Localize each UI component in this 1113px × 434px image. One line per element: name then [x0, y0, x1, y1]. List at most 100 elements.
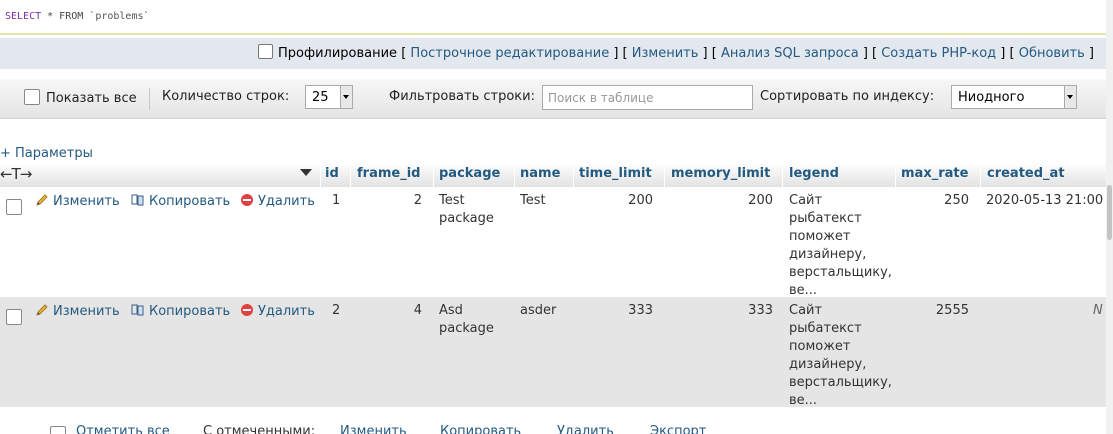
refresh-link[interactable]: Обновить: [1019, 46, 1085, 61]
bracket-sep-2: ] [: [702, 46, 717, 61]
sql-query-text: SELECT * FROM `problems`: [5, 11, 150, 22]
sort-label: Сортировать по индексу:: [760, 89, 935, 104]
table-header: ←T→ id frame_id package name time_limit …: [0, 163, 1106, 187]
column-arrows[interactable]: ←T→: [0, 165, 32, 183]
bulk-delete-link[interactable]: Удалить: [557, 424, 614, 434]
row-delete-action[interactable]: Удалить: [240, 303, 315, 319]
edit-label: Изменить: [53, 304, 120, 319]
header-divider: [514, 163, 515, 187]
create-php-link[interactable]: Создать PHP-код: [881, 46, 996, 61]
check-all-checkbox[interactable]: [50, 426, 66, 434]
header-divider: [782, 163, 783, 187]
legend-line: Сайт: [789, 193, 823, 208]
table-row: Изменить Копировать Удалить 1 2 Test pac…: [0, 187, 1106, 298]
toolbar-divider: [149, 88, 150, 110]
legend-line: дизайнеру,: [789, 357, 867, 372]
cell-created-at: 2020-05-13 21:00: [986, 193, 1104, 208]
chevron-down-icon: [340, 86, 352, 108]
cell-frame-id: 2: [413, 193, 422, 208]
table-row: Изменить Копировать Удалить 2 4 Asd pack…: [0, 297, 1106, 408]
query-options: Профилирование [ Построчное редактирован…: [257, 44, 1094, 61]
header-divider: [350, 163, 351, 187]
cell-id: 2: [332, 303, 341, 318]
chevron-down-icon: [1064, 86, 1076, 108]
cell-id: 1: [332, 193, 341, 208]
sort-triangle-icon[interactable]: [300, 169, 312, 176]
column-header-memory-limit[interactable]: memory_limit: [671, 166, 770, 181]
row-copy-action[interactable]: Копировать: [131, 303, 230, 319]
copy-label: Копировать: [149, 304, 231, 319]
column-header-frame-id[interactable]: frame_id: [357, 166, 420, 181]
legend-line: верстальщику,: [789, 375, 892, 390]
legend-line: рыбатекст: [789, 321, 862, 336]
inline-edit-link[interactable]: Построчное редактирование: [410, 46, 609, 61]
cell-package-line: Test: [439, 193, 465, 208]
row-edit-action[interactable]: Изменить: [35, 303, 120, 319]
cell-package-line: package: [439, 321, 494, 336]
copy-label: Копировать: [149, 194, 231, 209]
legend-line: верстальщику,: [789, 265, 892, 280]
with-selected-label: С отмеченными:: [203, 424, 316, 434]
cell-package: Asd package: [439, 302, 494, 338]
cell-memory-limit: 200: [748, 193, 773, 208]
check-all-link[interactable]: Отметить все: [76, 424, 170, 434]
row-count-select[interactable]: 25: [305, 85, 353, 109]
sql-middle: * FROM: [41, 11, 90, 22]
sql-keyword-select[interactable]: SELECT: [5, 11, 41, 22]
profiling-checkbox[interactable]: [257, 44, 273, 59]
legend-line: ве...: [789, 393, 818, 408]
legend-line: рыбатекст: [789, 211, 862, 226]
column-header-legend[interactable]: legend: [789, 166, 839, 181]
header-divider: [980, 163, 981, 187]
legend-line: поможет: [789, 229, 851, 244]
cell-package-line: package: [439, 211, 494, 226]
show-all-checkbox[interactable]: [24, 89, 40, 105]
bulk-export-link[interactable]: Экспорт: [650, 424, 706, 434]
column-header-id[interactable]: id: [325, 166, 339, 181]
edit-query-link[interactable]: Изменить: [632, 46, 699, 61]
pencil-icon: [36, 194, 48, 206]
column-header-name[interactable]: name: [520, 166, 560, 181]
row-copy-action[interactable]: Копировать: [131, 193, 230, 209]
bracket-open: [: [401, 46, 407, 61]
header-divider: [895, 163, 896, 187]
header-divider: [320, 163, 321, 187]
legend-line: дизайнеру,: [789, 247, 867, 262]
column-header-package[interactable]: package: [439, 166, 500, 181]
column-header-created-at[interactable]: created_at: [987, 166, 1065, 181]
analyze-sql-link[interactable]: Анализ SQL запроса: [721, 46, 859, 61]
row-select-checkbox[interactable]: [6, 309, 22, 325]
profiling-label: Профилирование: [277, 46, 398, 61]
sort-index-select[interactable]: Ниодного: [951, 85, 1077, 109]
delete-icon: [241, 304, 253, 316]
bulk-actions-footer: Отметить все С отмеченными: Изменить Коп…: [0, 424, 1106, 434]
params-toggle[interactable]: + Параметры: [0, 146, 93, 161]
header-divider: [573, 163, 574, 187]
row-delete-action[interactable]: Удалить: [240, 193, 315, 209]
scrollbar-thumb[interactable]: [1107, 185, 1112, 240]
vertical-scrollbar[interactable]: [1106, 0, 1113, 434]
legend-line: Сайт: [789, 303, 823, 318]
row-select-checkbox[interactable]: [6, 199, 22, 215]
sql-table-name: `problems`: [89, 11, 150, 22]
cell-memory-limit: 333: [748, 303, 773, 318]
column-header-time-limit[interactable]: time_limit: [579, 166, 652, 181]
navigation-toolbar: Показать все Количество строк: 25 Фильтр…: [0, 79, 1106, 119]
filter-rows-input[interactable]: [542, 85, 753, 110]
show-all-control[interactable]: Показать все: [24, 89, 137, 106]
pencil-icon: [36, 304, 48, 316]
header-divider: [664, 163, 665, 187]
row-edit-action[interactable]: Изменить: [35, 193, 120, 209]
column-header-max-rate[interactable]: max_rate: [901, 166, 968, 181]
sort-index-value: Ниодного: [958, 90, 1025, 105]
bracket-sep-1: ] [: [613, 46, 628, 61]
query-options-bar: Профилирование [ Построчное редактирован…: [0, 38, 1106, 69]
cell-time-limit: 200: [628, 193, 653, 208]
cell-name: asder: [520, 303, 557, 318]
delete-label: Удалить: [258, 194, 315, 209]
delete-label: Удалить: [258, 304, 315, 319]
bulk-edit-link[interactable]: Изменить: [340, 424, 407, 434]
bulk-copy-link[interactable]: Копировать: [440, 424, 521, 434]
cell-name: Test: [520, 193, 546, 208]
filter-label: Фильтровать строки:: [389, 89, 535, 104]
